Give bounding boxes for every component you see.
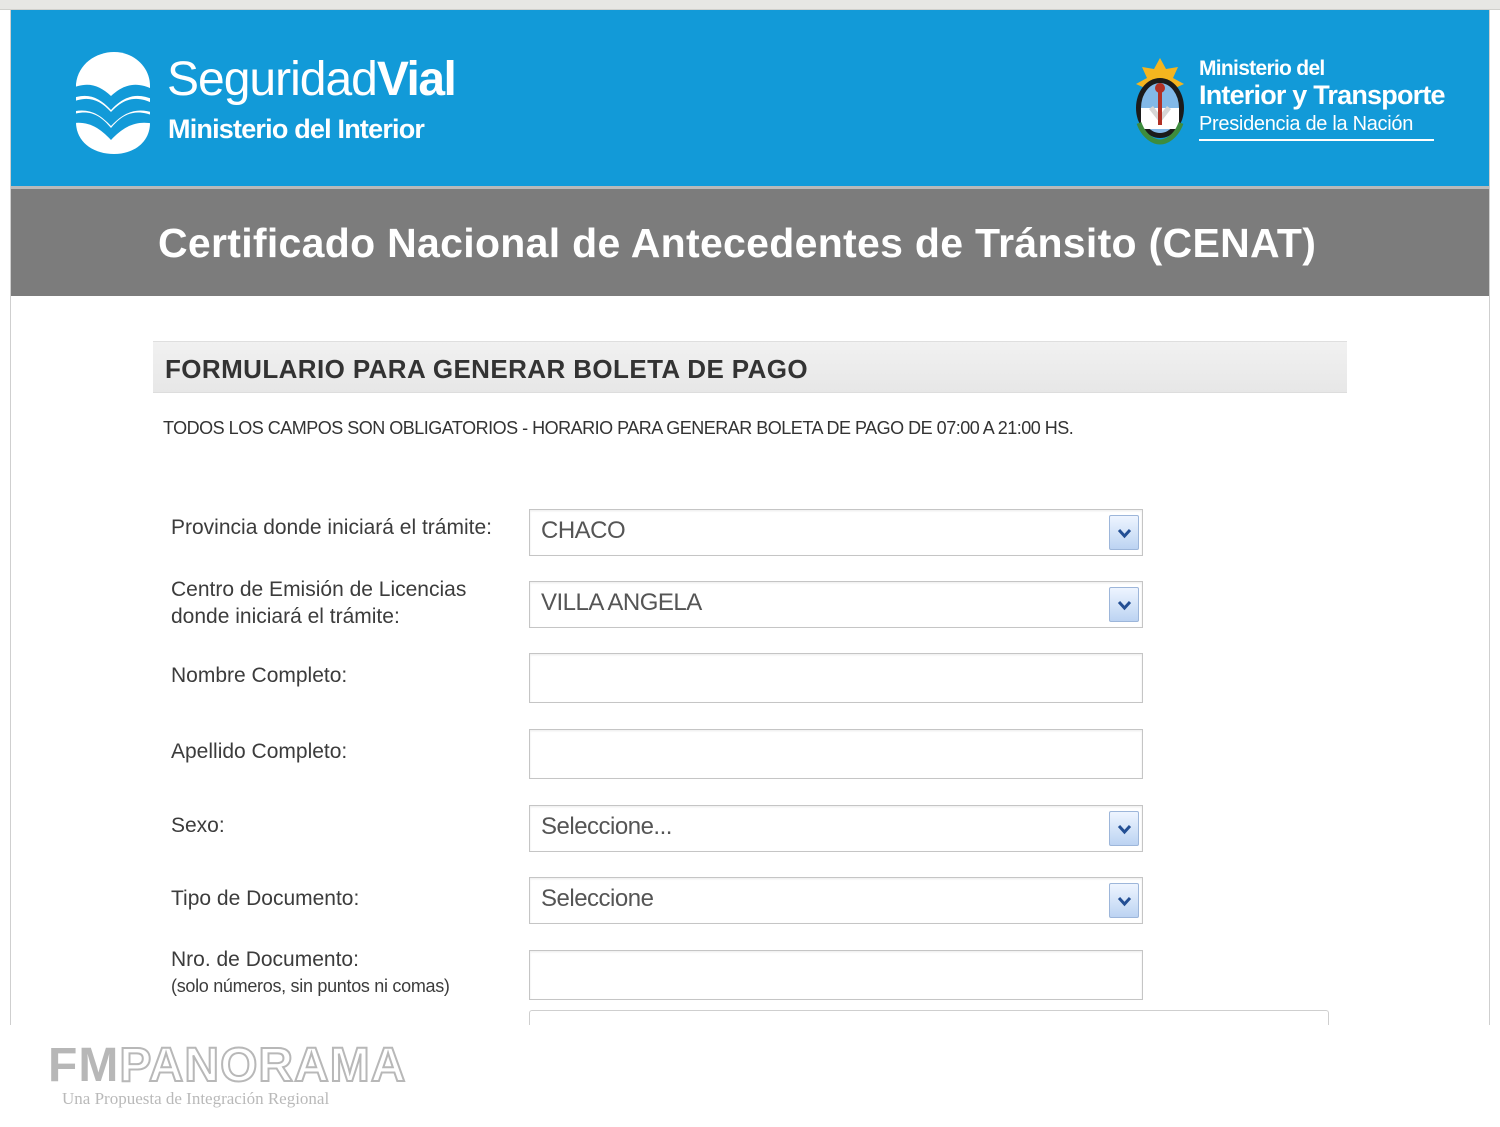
centro-emision-label: Centro de Emisión de Licencias donde ini…	[171, 576, 466, 630]
ministry-line-2: Interior y Transporte	[1199, 80, 1446, 110]
numero-documento-input[interactable]	[529, 950, 1143, 1000]
nombre-label: Nombre Completo:	[171, 664, 348, 687]
centro-emision-label-line-1: Centro de Emisión de Licencias	[171, 578, 467, 601]
mandatory-fields-notice: TODOS LOS CAMPOS SON OBLIGATORIOS - HORA…	[163, 418, 1074, 438]
sexo-dropdown-button[interactable]	[1109, 811, 1139, 846]
tipo-documento-label: Tipo de Documento:	[171, 887, 360, 910]
brand-subtitle: Ministerio del Interior	[168, 114, 425, 144]
apellido-label: Apellido Completo:	[171, 740, 348, 763]
centro-emision-selected-value: VILLA ANGELA	[541, 589, 702, 616]
ministry-line-3: Presidencia de la Nación	[1199, 113, 1414, 135]
numero-documento-label-text: Nro. de Documento:	[171, 948, 359, 971]
sexo-select[interactable]: Seleccione...	[529, 805, 1143, 852]
top-banner: SeguridadVial Ministerio del Interior Mi…	[11, 10, 1489, 186]
nombre-input[interactable]	[529, 653, 1143, 703]
browser-edge	[0, 0, 1500, 10]
ministry-underline	[1199, 139, 1434, 141]
numero-documento-note: (solo números, sin puntos ni comas)	[171, 976, 450, 996]
brand-name-regular: Seguridad	[167, 53, 378, 106]
web-page: SeguridadVial Ministerio del Interior Mi…	[10, 10, 1490, 1025]
provincia-label: Provincia donde iniciará el trámite:	[171, 516, 492, 539]
watermark-title: FMPANORAMA	[48, 1039, 407, 1092]
fm-panorama-watermark: FMPANORAMA Una Propuesta de Integración …	[0, 1025, 1500, 1127]
brand-name: SeguridadVial	[167, 53, 457, 106]
watermark-panorama: PANORAMA	[118, 1039, 407, 1092]
screenshot: SeguridadVial Ministerio del Interior Mi…	[0, 0, 1500, 1127]
centro-emision-dropdown-button[interactable]	[1109, 587, 1139, 622]
centro-emision-label-line-2: donde iniciará el trámite:	[171, 605, 400, 628]
provincia-dropdown-button[interactable]	[1109, 515, 1139, 550]
next-form-field-partial[interactable]	[529, 1010, 1329, 1025]
apellido-input[interactable]	[529, 729, 1143, 779]
sexo-label: Sexo:	[171, 814, 225, 837]
chevron-down-icon	[1117, 896, 1132, 907]
provincia-select[interactable]: CHACO	[529, 509, 1143, 556]
argentina-seal-icon	[1136, 58, 1184, 145]
tipo-documento-select[interactable]: Seleccione	[529, 877, 1143, 924]
ministry-line-1: Ministerio del	[1199, 57, 1325, 80]
centro-emision-select[interactable]: VILLA ANGELA	[529, 581, 1143, 628]
sexo-selected-value: Seleccione...	[541, 813, 672, 840]
brand-name-bold: Vial	[376, 53, 457, 106]
page-title: Certificado Nacional de Antecedentes de …	[158, 220, 1317, 266]
chevron-down-icon	[1117, 600, 1132, 611]
numero-documento-label: Nro. de Documento: (solo números, sin pu…	[171, 946, 450, 999]
chevron-down-icon	[1117, 528, 1132, 539]
watermark-fm: FM	[48, 1039, 120, 1092]
watermark-subtitle: Una Propuesta de Integración Regional	[62, 1089, 330, 1108]
tipo-documento-dropdown-button[interactable]	[1109, 883, 1139, 918]
ministry-block: Ministerio del Interior y Transporte Pre…	[1199, 57, 1446, 147]
seguridad-vial-logo-icon	[68, 52, 154, 154]
form-section-header: FORMULARIO PARA GENERAR BOLETA DE PAGO	[153, 341, 1347, 393]
form-section-title: FORMULARIO PARA GENERAR BOLETA DE PAGO	[165, 354, 809, 384]
provincia-selected-value: CHACO	[541, 517, 626, 544]
title-bar: Certificado Nacional de Antecedentes de …	[11, 186, 1489, 296]
chevron-down-icon	[1117, 824, 1132, 835]
tipo-documento-selected-value: Seleccione	[541, 885, 654, 912]
